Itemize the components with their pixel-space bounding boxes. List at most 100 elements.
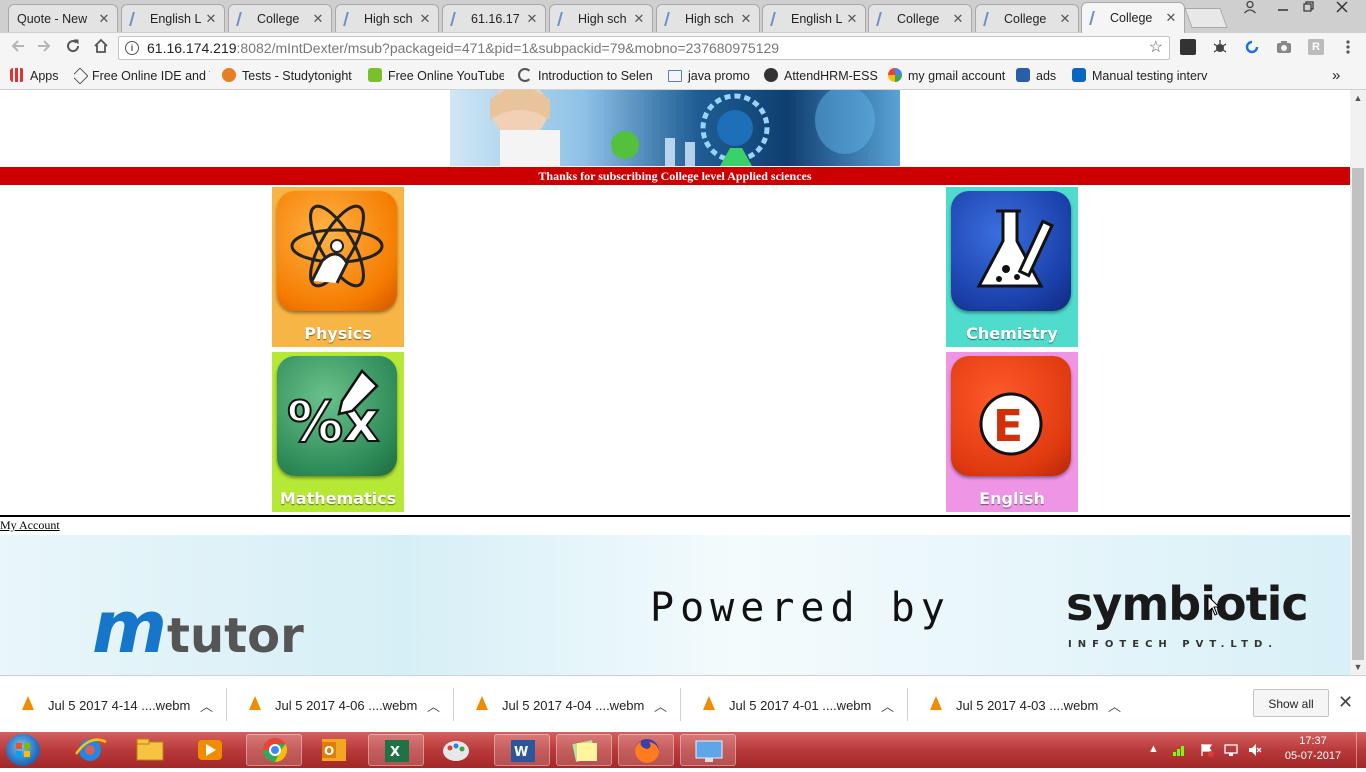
close-icon[interactable]: ✕ (416, 11, 434, 27)
bookmark-apps[interactable]: Apps (10, 67, 70, 85)
volume-muted-icon[interactable] (1248, 743, 1262, 756)
scroll-down-arrow-icon[interactable]: ▼ (1350, 659, 1366, 675)
network-monitor-icon[interactable] (1224, 743, 1238, 756)
close-icon[interactable]: ✕ (737, 11, 755, 27)
outlook-icon[interactable]: O (306, 734, 362, 766)
network-status-icon[interactable] (1172, 743, 1184, 756)
tab[interactable]: High sch ✕ (335, 4, 439, 32)
system-clock[interactable]: 17:37 05-07-2017 (1280, 734, 1346, 764)
page-scrollbar[interactable]: ▲ ▼ (1350, 90, 1366, 675)
close-icon[interactable]: ✕ (523, 11, 541, 27)
bookmark-item[interactable]: my gmail account (888, 67, 1008, 85)
tab[interactable]: English L ✕ (121, 4, 225, 32)
tab[interactable]: High sch ✕ (549, 4, 653, 32)
show-desktop-button[interactable] (1356, 732, 1366, 768)
firefox-icon[interactable] (618, 734, 674, 766)
chevron-up-icon[interactable]: ︿ (427, 696, 440, 715)
show-hidden-icons-icon[interactable]: ▲ (1148, 743, 1160, 755)
tab[interactable]: College ✕ (868, 4, 972, 32)
bookmark-item[interactable]: Manual testing interv (1072, 67, 1208, 85)
scroll-up-arrow-icon[interactable]: ▲ (1350, 90, 1366, 106)
page-favicon-icon (558, 12, 572, 26)
back-button[interactable] (6, 36, 30, 60)
restore-button[interactable] (1296, 0, 1322, 18)
download-item[interactable]: Jul 5 2017 4-03 ....webm ︿ (908, 676, 1135, 733)
start-button[interactable] (6, 734, 40, 766)
bookmark-star-icon[interactable]: ☆ (1149, 37, 1163, 59)
subject-tile-english[interactable]: E English (946, 352, 1078, 512)
tab-title: College (1004, 11, 1047, 26)
atom-magnet-icon (277, 191, 397, 311)
excel-icon[interactable]: X (368, 734, 424, 766)
address-bar[interactable]: i 61.16.174.219:8082/mIntDexter/msub?pac… (118, 36, 1170, 60)
show-all-downloads-button[interactable]: Show all (1253, 689, 1329, 717)
download-item[interactable]: Jul 5 2017 4-14 ....webm ︿ (0, 676, 227, 733)
subject-tile-mathematics[interactable]: %x Mathematics (272, 352, 404, 512)
download-item[interactable]: Jul 5 2017 4-06 ....webm ︿ (227, 676, 454, 733)
user-profile-icon[interactable] (1238, 0, 1262, 18)
remote-desktop-icon[interactable] (680, 734, 736, 766)
download-item[interactable]: Jul 5 2017 4-04 ....webm ︿ (454, 676, 681, 733)
bookmark-item[interactable]: ads (1016, 67, 1064, 85)
profile-extension-icon[interactable]: R (1308, 39, 1324, 55)
close-downloads-icon[interactable]: ✕ (1338, 692, 1353, 713)
reader-extension-icon[interactable] (1180, 39, 1196, 55)
close-icon[interactable]: ✕ (843, 11, 861, 27)
close-icon[interactable]: ✕ (95, 11, 113, 27)
close-icon[interactable]: ✕ (949, 11, 967, 27)
subject-label: English (979, 489, 1045, 508)
file-explorer-icon[interactable] (122, 734, 178, 766)
action-center-flag-icon[interactable] (1200, 743, 1214, 757)
close-icon[interactable]: ✕ (202, 11, 220, 27)
close-icon[interactable]: ✕ (309, 11, 327, 27)
forward-button[interactable] (32, 36, 56, 60)
tab[interactable]: College ✕ (975, 4, 1079, 32)
chevron-up-icon[interactable]: ︿ (654, 696, 667, 715)
svg-text:%x: %x (287, 390, 379, 455)
bookmarks-bar: Apps Free Online IDE and T Tests - Study… (0, 63, 1366, 90)
bookmark-item[interactable]: Introduction to Selen (518, 67, 654, 85)
chevron-up-icon[interactable]: ︿ (881, 696, 894, 715)
bookmark-item[interactable]: Tests - Studytonight (222, 67, 358, 85)
bookmark-item[interactable]: Free Online IDE and T (74, 67, 210, 85)
new-tab-button[interactable] (1184, 8, 1228, 28)
my-account-link[interactable]: My Account (0, 518, 60, 533)
tab[interactable]: Quote - New ✕ (8, 4, 118, 32)
bug-extension-icon[interactable] (1212, 39, 1228, 55)
minimize-button[interactable] (1270, 0, 1296, 18)
close-window-button[interactable] (1322, 0, 1362, 18)
bookmark-item[interactable]: Free Online YouTube (368, 67, 504, 85)
scroll-thumb[interactable] (1352, 168, 1364, 660)
bookmark-item[interactable]: AttendHRM-ESS (764, 67, 878, 85)
tab-active[interactable]: College ✕ (1081, 2, 1185, 33)
word-icon[interactable]: W (494, 734, 550, 766)
paint-icon[interactable] (428, 734, 484, 766)
internet-explorer-icon[interactable] (62, 734, 118, 766)
camera-extension-icon[interactable] (1276, 39, 1292, 55)
close-icon[interactable]: ✕ (1056, 11, 1074, 27)
bookmark-item[interactable]: java promo (668, 67, 758, 85)
download-item[interactable]: Jul 5 2017 4-01 ....webm ︿ (681, 676, 908, 733)
bookmark-label: Introduction to Selen (538, 69, 653, 83)
tab[interactable]: 61.16.17 ✕ (442, 4, 546, 32)
home-button[interactable] (89, 36, 113, 60)
info-icon[interactable]: i (125, 41, 139, 55)
sticky-notes-icon[interactable] (556, 734, 612, 766)
tab-title: English L (791, 11, 843, 26)
sync-extension-icon[interactable] (1244, 39, 1260, 55)
close-icon[interactable]: ✕ (630, 11, 648, 27)
close-icon[interactable]: ✕ (1162, 10, 1180, 26)
tab[interactable]: English L ✕ (762, 4, 866, 32)
chrome-icon[interactable] (246, 734, 302, 766)
media-player-icon[interactable] (182, 734, 238, 766)
subject-tile-chemistry[interactable]: Chemistry (946, 187, 1078, 347)
menu-icon[interactable] (1340, 39, 1356, 55)
chevron-up-icon[interactable]: ︿ (1108, 696, 1121, 715)
subject-tile-physics[interactable]: Physics (272, 187, 404, 347)
bookmark-label: my gmail account (908, 69, 1006, 83)
tab[interactable]: College ✕ (228, 4, 332, 32)
chevron-up-icon[interactable]: ︿ (200, 696, 213, 715)
bookmarks-overflow-chevron-icon[interactable]: » (1332, 67, 1348, 85)
reload-button[interactable] (61, 36, 85, 60)
tab[interactable]: High sch ✕ (656, 4, 760, 32)
